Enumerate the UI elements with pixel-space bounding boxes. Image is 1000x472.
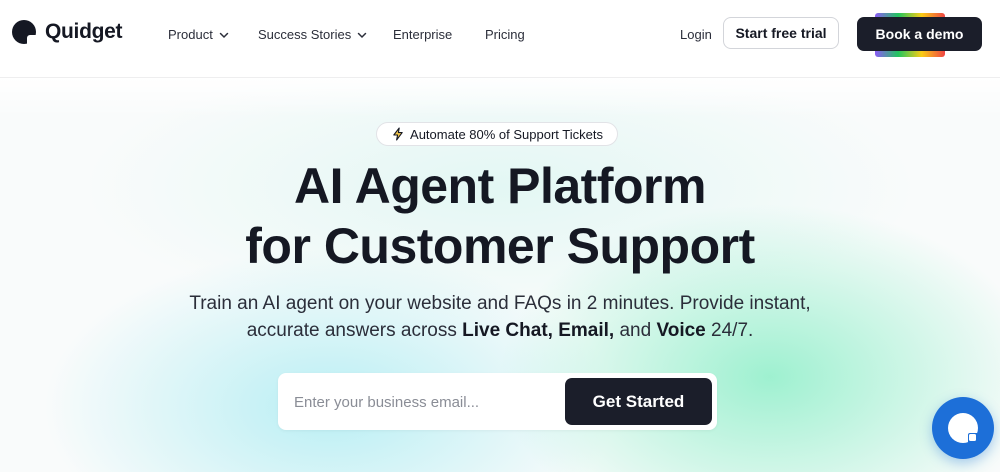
headline-line-1: AI Agent Platform (294, 158, 706, 214)
nav-success-stories[interactable]: Success Stories (258, 27, 367, 42)
brand-logo[interactable]: Quidget (12, 20, 123, 44)
nav-enterprise-label: Enterprise (393, 27, 453, 42)
start-free-trial-button[interactable]: Start free trial (723, 17, 839, 49)
headline-line-2: for Customer Support (245, 218, 755, 274)
brand-name: Quidget (45, 20, 123, 43)
lightning-bolt-icon (393, 127, 403, 141)
nav-pricing[interactable]: Pricing (485, 27, 525, 42)
subheadline-intro: accurate answers across (246, 320, 463, 341)
login-link[interactable]: Login (680, 27, 712, 42)
book-demo-button[interactable]: Book a demo (857, 17, 982, 51)
badge-text: Automate 80% of Support Tickets (410, 126, 603, 142)
hero-subheadline: Train an AI agent on your website and FA… (0, 290, 1000, 344)
signup-form: Get Started (278, 373, 717, 430)
chat-launcher-button[interactable] (932, 397, 994, 459)
channel-live-chat: Live Chat, (462, 320, 553, 341)
chevron-down-icon (219, 32, 229, 38)
chat-bubble-icon (948, 413, 979, 444)
book-demo-wrapper: Book a demo (857, 13, 982, 57)
quidget-logo-icon (12, 20, 36, 44)
nav-pricing-label: Pricing (485, 27, 525, 42)
chevron-down-icon (357, 32, 367, 38)
subheadline-tail: 24/7. (705, 320, 754, 341)
get-started-button[interactable]: Get Started (565, 378, 712, 425)
nav-enterprise[interactable]: Enterprise (393, 27, 452, 42)
channel-voice: Voice (656, 320, 706, 341)
channel-email: Email, (558, 320, 615, 341)
subheadline-line-1: Train an AI agent on your website and FA… (189, 293, 811, 314)
announcement-badge: Automate 80% of Support Tickets (376, 122, 618, 146)
hero-headline: AI Agent Platform for Customer Support (0, 156, 1000, 276)
business-email-input[interactable] (292, 383, 556, 422)
nav-product-label: Product (168, 27, 213, 42)
nav-product[interactable]: Product (168, 27, 229, 42)
nav-success-stories-label: Success Stories (258, 27, 352, 42)
subheadline-line-2: accurate answers across Live Chat, Email… (0, 317, 1000, 344)
subheadline-and: and (614, 320, 657, 341)
top-navigation-bar: Quidget Product Success Stories Enterpri… (0, 0, 1000, 78)
